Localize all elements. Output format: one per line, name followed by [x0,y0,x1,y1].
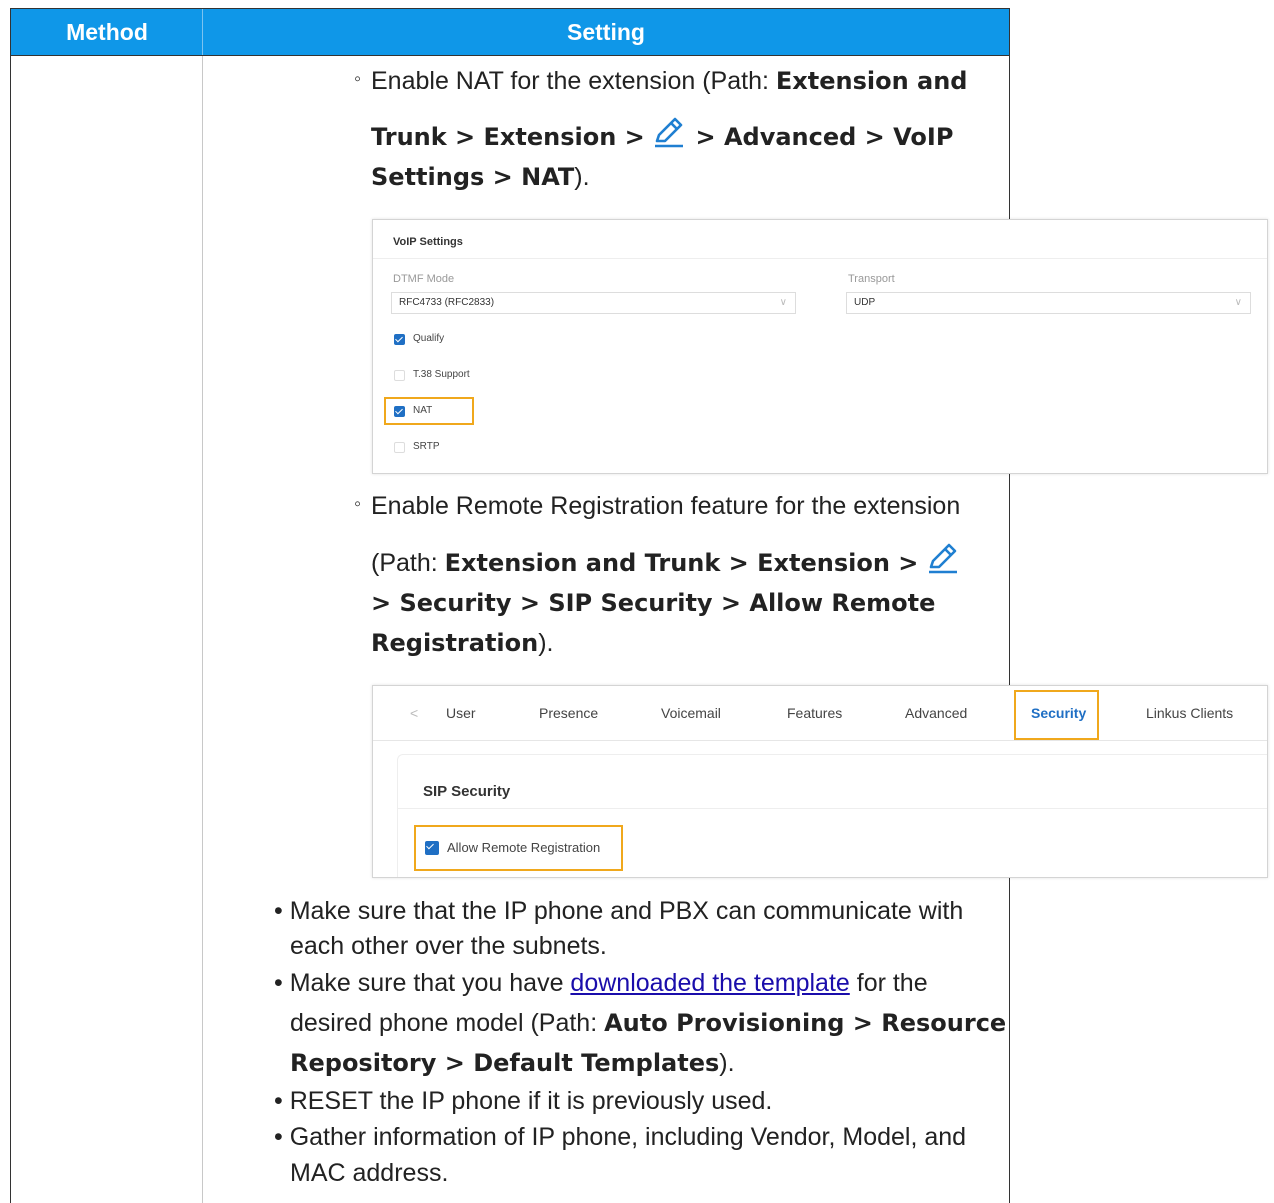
table-header: Method Setting [10,8,1010,56]
remote-step-line2: (Path: Extension and Trunk > Extension > [371,543,961,583]
qualify-checkbox[interactable] [394,334,405,345]
nat-step-line1: Enable NAT for the extension (Path: Exte… [371,67,968,95]
nat-step-line3: Settings > NAT). [371,163,590,191]
transport-label: Transport [848,273,895,285]
dtmf-mode-select[interactable]: RFC4733 (RFC2833) ∨ [391,292,796,314]
tab-linkus-clients[interactable]: Linkus Clients [1146,705,1233,721]
bullet-dot: • [274,897,290,925]
bullet-dot: • [274,1087,290,1115]
dtmf-mode-label: DTMF Mode [393,273,455,285]
voip-settings-card: VoIP Settings DTMF Mode RFC4733 (RFC2833… [372,219,1268,474]
nat-label: NAT [413,405,433,416]
bullet-gather-line2: MAC address. [290,1159,449,1187]
tab-bar-divider [373,740,1267,741]
qualify-label: Qualify [413,333,445,344]
bullet-dot: • [274,969,290,997]
remote-step-line1: Enable Remote Registration feature for t… [371,492,961,520]
allow-remote-registration-checkbox[interactable] [425,841,439,855]
tab-back-chevron-icon[interactable]: < [410,705,418,721]
voip-settings-title: VoIP Settings [393,236,463,248]
remote-step-line3: > Security > SIP Security > Allow Remote [371,589,936,617]
nat-checkbox[interactable] [394,406,405,417]
column-divider [202,8,203,1203]
allow-remote-registration-label: Allow Remote Registration [447,840,601,855]
bullet-communicate-line1: • Make sure that the IP phone and PBX ca… [274,897,964,925]
t38-support-label: T.38 Support [413,369,470,380]
sub-bullet-icon: ◦ [354,68,362,90]
t38-support-checkbox[interactable] [394,370,405,381]
bullet-template-line3: Repository > Default Templates). [290,1049,735,1077]
bullet-reset: • RESET the IP phone if it is previously… [274,1087,773,1115]
tab-user[interactable]: User [446,705,476,721]
edit-pencil-icon [653,115,687,149]
tab-advanced[interactable]: Advanced [905,705,967,721]
edit-pencil-icon [927,541,961,575]
chevron-down-icon: ∨ [779,297,787,308]
sip-security-title: SIP Security [423,783,511,800]
nat-step-line2: Trunk > Extension > > Advanced > VoIP [371,117,953,157]
header-setting: Setting [567,19,645,45]
tab-security[interactable]: Security [1031,705,1086,721]
bullet-template-line2: desired phone model (Path: Auto Provisio… [290,1009,1007,1037]
bullet-dot: • [274,1123,290,1151]
card-divider [373,258,1267,259]
bullet-template-line1: • Make sure that you have downloaded the… [274,969,928,997]
sub-bullet-icon: ◦ [354,493,362,515]
transport-select[interactable]: UDP ∨ [846,292,1251,314]
srtp-checkbox[interactable] [394,442,405,453]
header-method: Method [66,19,148,45]
srtp-label: SRTP [413,441,440,452]
section-divider [397,808,1267,809]
bullet-gather-line1: • Gather information of IP phone, includ… [274,1123,967,1151]
downloaded-template-link[interactable]: downloaded the template [570,969,849,997]
chevron-down-icon: ∨ [1234,297,1242,308]
tab-features[interactable]: Features [787,705,842,721]
tab-voicemail[interactable]: Voicemail [661,705,721,721]
bullet-communicate-line2: each other over the subnets. [290,932,607,960]
header-divider [202,9,203,55]
tab-presence[interactable]: Presence [539,705,598,721]
remote-step-line4: Registration). [371,629,554,657]
